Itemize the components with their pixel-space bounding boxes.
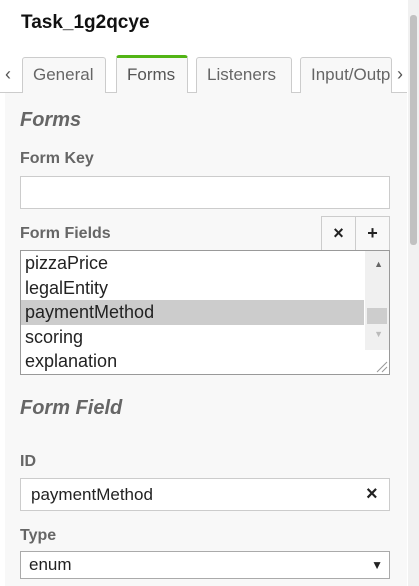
- chevron-down-icon: ▼: [371, 558, 383, 572]
- tab-forms[interactable]: Forms: [116, 55, 188, 94]
- forms-header: Forms: [20, 109, 82, 131]
- id-value: paymentMethod: [31, 485, 153, 504]
- list-scroll-thumb[interactable]: [367, 308, 387, 324]
- type-label: Type: [20, 527, 57, 544]
- list-scrollbar[interactable]: ▲ ▼: [365, 251, 389, 351]
- scroll-down-icon[interactable]: ▼: [374, 329, 383, 339]
- page-scroll-thumb[interactable]: [410, 15, 417, 245]
- form-fields-label: Form Fields: [20, 225, 111, 242]
- add-field-button[interactable]: +: [355, 216, 390, 251]
- form-key-input[interactable]: [20, 176, 390, 209]
- element-title: Task_1g2qcye: [21, 12, 150, 33]
- list-item[interactable]: scoring: [21, 325, 364, 350]
- type-value: enum: [29, 555, 72, 574]
- id-label: ID: [20, 453, 36, 470]
- clear-id-button[interactable]: ×: [366, 483, 378, 506]
- tab-listeners[interactable]: Listeners: [196, 57, 292, 93]
- scroll-up-icon[interactable]: ▲: [374, 259, 383, 269]
- form-fields-list[interactable]: pizzaPrice legalEntity paymentMethod sco…: [20, 250, 390, 375]
- resize-handle-icon[interactable]: [365, 350, 389, 374]
- tab-general[interactable]: General: [22, 57, 106, 93]
- list-item-selected[interactable]: paymentMethod: [21, 300, 364, 325]
- id-input[interactable]: paymentMethod: [20, 478, 390, 511]
- list-item[interactable]: legalEntity: [21, 276, 364, 301]
- list-item[interactable]: pizzaPrice: [21, 251, 364, 276]
- remove-field-button[interactable]: ×: [321, 216, 356, 251]
- tab-scroll-right-icon[interactable]: ›: [397, 64, 403, 85]
- form-field-header: Form Field: [20, 397, 123, 419]
- list-item[interactable]: explanation: [21, 349, 364, 374]
- tab-bar: ‹ General Forms Listeners Input/Outp ›: [0, 55, 407, 94]
- type-select[interactable]: enum ▼: [20, 551, 390, 579]
- form-key-label: Form Key: [20, 150, 94, 167]
- tab-scroll-left-icon[interactable]: ‹: [5, 64, 11, 85]
- tab-input-output[interactable]: Input/Outp: [300, 57, 392, 93]
